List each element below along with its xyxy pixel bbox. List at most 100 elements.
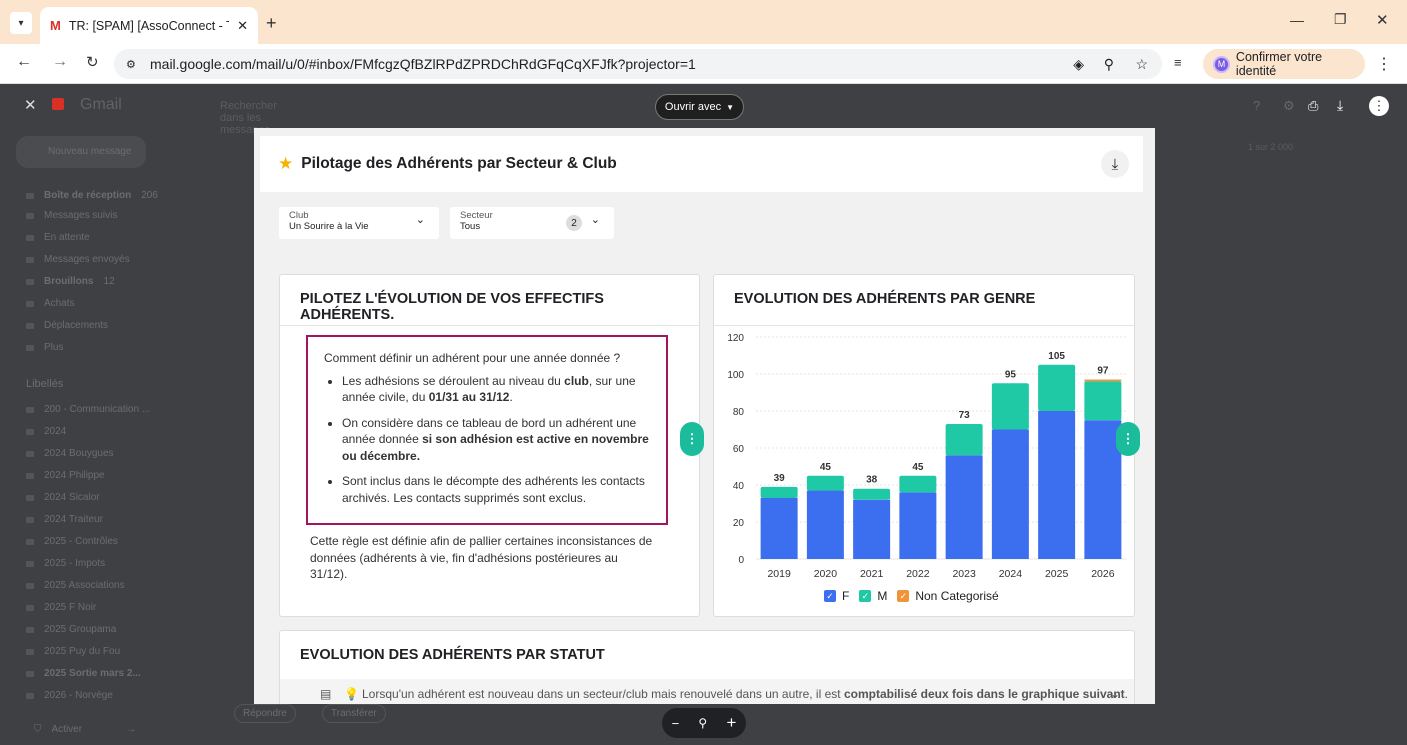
- browser-menu-icon[interactable]: ⋮: [1376, 54, 1392, 74]
- rules-card: PILOTEZ L'ÉVOLUTION DE VOS EFFECTIFS ADH…: [279, 274, 700, 617]
- folder-item[interactable]: Messages envoyés: [26, 254, 130, 265]
- bar-segment-f: [991, 429, 1029, 559]
- compose-button[interactable]: Nouveau message: [16, 136, 146, 168]
- legend-item-nc[interactable]: ✓ Non Categorisé: [897, 589, 999, 603]
- open-with-button[interactable]: Ouvrir avec ▼: [655, 94, 744, 120]
- bar-segment-m: [899, 475, 937, 493]
- folder-item[interactable]: En attente: [26, 232, 90, 243]
- browser-tab-bar: ▾ M TR: [SPAM] [AssoConnect - Tick ✕ + —…: [0, 0, 1407, 44]
- star-icon[interactable]: ★: [278, 154, 293, 174]
- filter-value: Un Sourire à la Vie: [289, 221, 369, 232]
- status-note: ▤ 💡 Lorsqu'un adhérent est nouveau dans …: [280, 679, 1134, 704]
- close-window-icon[interactable]: ✕: [1376, 11, 1389, 29]
- status-card: EVOLUTION DES ADHÉRENTS PAR STATUT ▤ 💡 L…: [279, 630, 1135, 704]
- bookmark-icon: ▤: [320, 687, 332, 701]
- url-bar[interactable]: ⚙ mail.google.com/mail/u/0/#inbox/FMfcgz…: [114, 49, 1162, 79]
- legend-item-f[interactable]: ✓ F: [824, 589, 849, 603]
- filter-label: Secteur: [460, 210, 493, 221]
- restore-icon[interactable]: ❐: [1334, 11, 1347, 28]
- browser-tab[interactable]: M TR: [SPAM] [AssoConnect - Tick ✕: [40, 7, 258, 44]
- legend-item-m[interactable]: ✓ M: [859, 589, 887, 603]
- label-item[interactable]: 2025 Puy du Fou: [26, 646, 120, 657]
- folder-item[interactable]: Plus: [26, 342, 63, 353]
- bookmark-star-icon[interactable]: ☆: [1135, 56, 1148, 73]
- gender-bar-chart: 0 20 40 60 80 100 120 39 2019 45 2020 38 2021 45 2022 7…: [727, 333, 1126, 580]
- label-item[interactable]: 2026 - Norvège: [26, 690, 113, 701]
- y-tick-label: 20: [733, 518, 745, 529]
- check-icon: ✓: [897, 590, 910, 602]
- zoom-controls: − ⚲ +: [662, 708, 746, 738]
- site-settings-icon[interactable]: ⚙: [126, 58, 136, 71]
- address-toolbar: ← → ↻ ⚙ mail.google.com/mail/u/0/#inbox/…: [0, 44, 1407, 84]
- more-options-icon[interactable]: ⋮: [1369, 96, 1389, 116]
- print-icon[interactable]: ⎙: [1308, 98, 1318, 114]
- settings-gear-icon[interactable]: ⚙: [1283, 98, 1295, 114]
- extension-icon[interactable]: ◈: [1073, 56, 1084, 73]
- zoom-out-button[interactable]: −: [672, 716, 680, 731]
- label-icon: [26, 648, 34, 655]
- card-menu-button[interactable]: ⋮: [1116, 422, 1140, 456]
- tag-icon: [26, 300, 34, 307]
- activate-button[interactable]: ⛉ Activer →: [34, 724, 136, 735]
- forward-arrow-icon[interactable]: →: [52, 53, 68, 71]
- folder-item[interactable]: Boîte de réception 206: [26, 190, 158, 201]
- close-viewer-icon[interactable]: ✕: [24, 96, 37, 114]
- x-tick-label: 2023: [952, 568, 976, 580]
- folder-item[interactable]: Achats: [26, 298, 75, 309]
- label-icon: [26, 516, 34, 523]
- close-tab-icon[interactable]: ✕: [237, 18, 248, 34]
- folder-item[interactable]: Déplacements: [26, 320, 108, 331]
- clock-icon: [26, 234, 34, 241]
- verify-identity-button[interactable]: M Confirmer votre identité: [1203, 49, 1365, 79]
- report-preview: ★ Pilotage des Adhérents par Secteur & C…: [254, 128, 1155, 704]
- zoom-icon[interactable]: ⚲: [1104, 56, 1114, 73]
- rule-bullet: On considère dans ce tableau de bord un …: [342, 415, 664, 465]
- report-title: Pilotage des Adhérents par Secteur & Clu…: [301, 155, 617, 172]
- card-menu-button[interactable]: ⋮: [680, 422, 704, 456]
- zoom-reset-icon[interactable]: ⚲: [698, 716, 707, 730]
- labels-heading: Libellés: [26, 378, 64, 390]
- club-filter[interactable]: Club Un Sourire à la Vie ⌄: [279, 207, 439, 239]
- chevron-down-icon[interactable]: ⌄: [1110, 687, 1120, 701]
- label-item[interactable]: 2024 Bouygues: [26, 448, 114, 459]
- label-item[interactable]: 2025 F Noir: [26, 602, 96, 613]
- reply-button[interactable]: Répondre: [234, 704, 296, 723]
- back-arrow-icon[interactable]: ←: [16, 53, 32, 71]
- reload-icon[interactable]: ↻: [86, 53, 99, 71]
- label-item[interactable]: 2025 Groupama: [26, 624, 116, 635]
- label-item[interactable]: 2024 Traiteur: [26, 514, 103, 525]
- label-item[interactable]: 2024 Sicalor: [26, 492, 100, 503]
- x-tick-label: 2022: [906, 568, 930, 580]
- folder-item[interactable]: Brouillons 12: [26, 276, 115, 287]
- gender-chart-card: EVOLUTION DES ADHÉRENTS PAR GENRE 0 20 40 6…: [713, 274, 1135, 617]
- download-icon[interactable]: ⤓: [1337, 97, 1343, 114]
- bar-total-label: 73: [959, 410, 971, 421]
- label-icon: [26, 472, 34, 479]
- forward-button[interactable]: Transférer: [322, 704, 386, 723]
- label-item[interactable]: 200 - Communication ...: [26, 404, 150, 415]
- label-item[interactable]: 2025 Associations: [26, 580, 125, 591]
- open-with-label: Ouvrir avec: [664, 101, 722, 113]
- compose-label: Nouveau message: [48, 146, 132, 157]
- help-icon[interactable]: ?: [1253, 98, 1260, 113]
- bar-total-label: 97: [1097, 366, 1109, 377]
- reading-list-icon[interactable]: ≡: [1174, 55, 1182, 70]
- label-item[interactable]: 2024: [26, 426, 66, 437]
- sector-filter[interactable]: Secteur Tous 2 ⌄: [450, 207, 614, 239]
- label-icon: [26, 428, 34, 435]
- card-title: EVOLUTION DES ADHÉRENTS PAR STATUT: [300, 647, 605, 663]
- label-item[interactable]: 2025 - Contrôles: [26, 536, 118, 547]
- download-icon[interactable]: ⤓: [1101, 150, 1129, 178]
- label-item[interactable]: 2024 Philippe: [26, 470, 105, 481]
- profile-avatar: M: [1213, 55, 1230, 73]
- tab-list-chevron-icon[interactable]: ▾: [10, 12, 32, 34]
- label-item[interactable]: 2025 - Impots: [26, 558, 105, 569]
- bar-segment-m: [806, 475, 844, 491]
- folder-item[interactable]: Messages suivis: [26, 210, 117, 221]
- minimize-icon[interactable]: —: [1290, 12, 1304, 28]
- bar-segment-f: [806, 490, 844, 559]
- bar-segment-m: [1038, 364, 1076, 411]
- label-item[interactable]: 2025 Sortie mars 2...: [26, 668, 141, 679]
- new-tab-icon[interactable]: +: [266, 13, 277, 34]
- zoom-in-button[interactable]: +: [726, 713, 736, 733]
